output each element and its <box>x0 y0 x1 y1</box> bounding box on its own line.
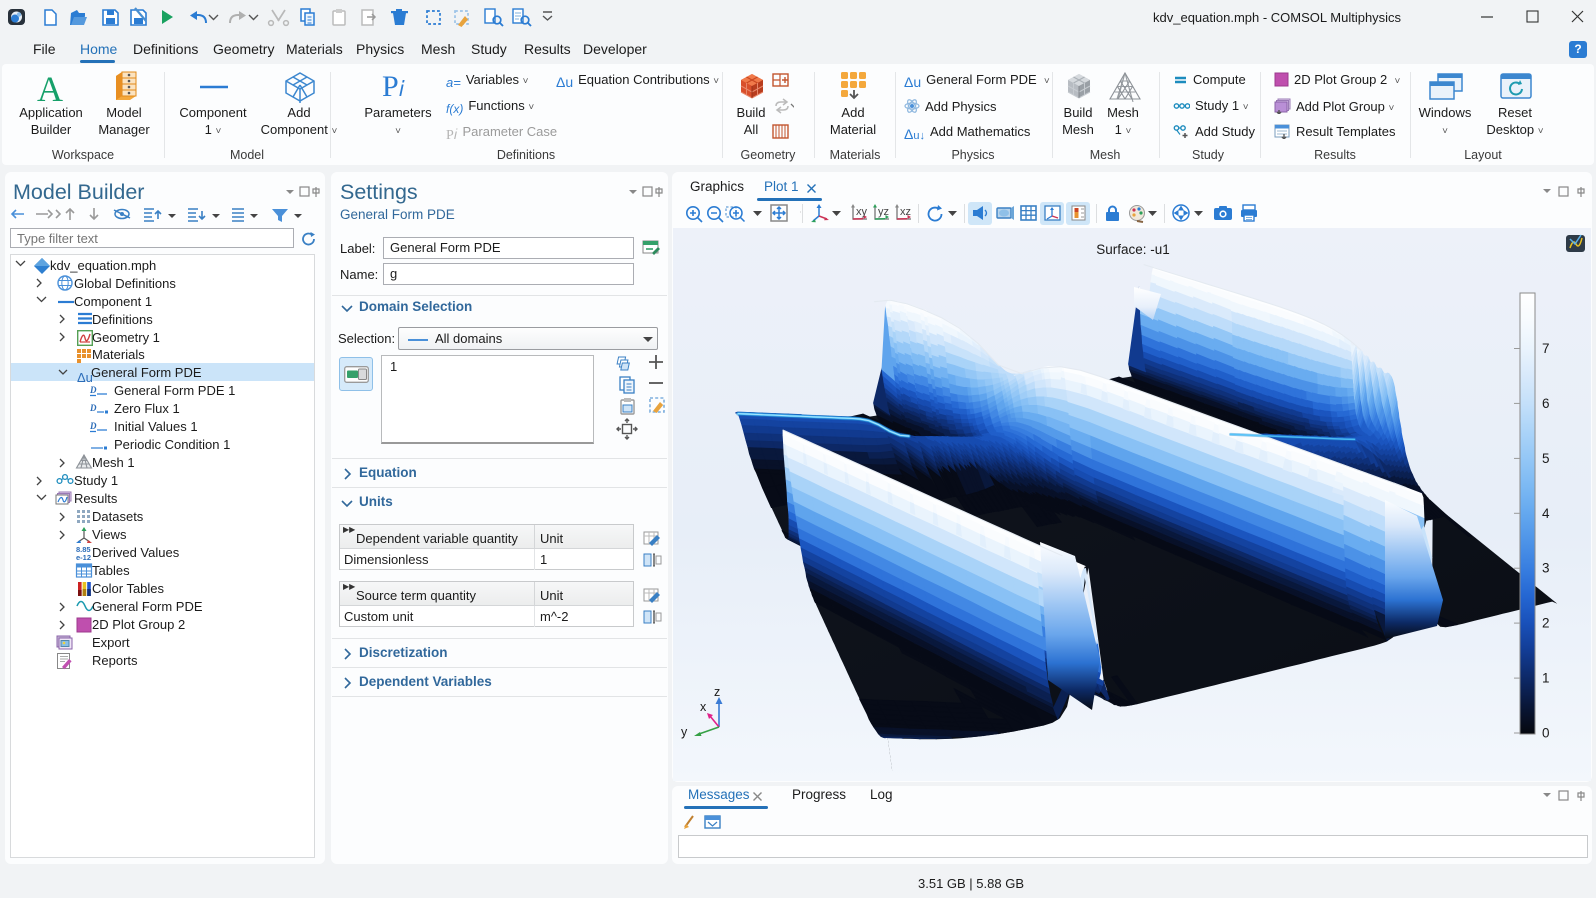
svg-text:D: D <box>89 403 97 413</box>
svg-text:e-12: e-12 <box>76 553 91 562</box>
svg-text:xz: xz <box>900 206 911 218</box>
svg-text:1: 1 <box>1542 671 1550 686</box>
svg-text:y: y <box>681 725 688 739</box>
svg-text:D: D <box>89 385 97 395</box>
svg-text:x: x <box>700 700 707 714</box>
svg-text:yz: yz <box>878 206 889 218</box>
svg-text:D: D <box>89 421 97 431</box>
svg-text:xy: xy <box>856 206 868 218</box>
svg-text:z: z <box>714 685 720 699</box>
svg-text:2: 2 <box>1542 616 1550 631</box>
svg-text:3: 3 <box>1542 561 1550 576</box>
svg-text:4: 4 <box>1542 506 1550 521</box>
svg-text:0: 0 <box>1542 726 1550 741</box>
svg-text:Surface: -u1: Surface: -u1 <box>1096 242 1170 257</box>
svg-text:7: 7 <box>1542 341 1550 356</box>
svg-text:5: 5 <box>1542 451 1550 466</box>
svg-text:6: 6 <box>1542 396 1550 411</box>
